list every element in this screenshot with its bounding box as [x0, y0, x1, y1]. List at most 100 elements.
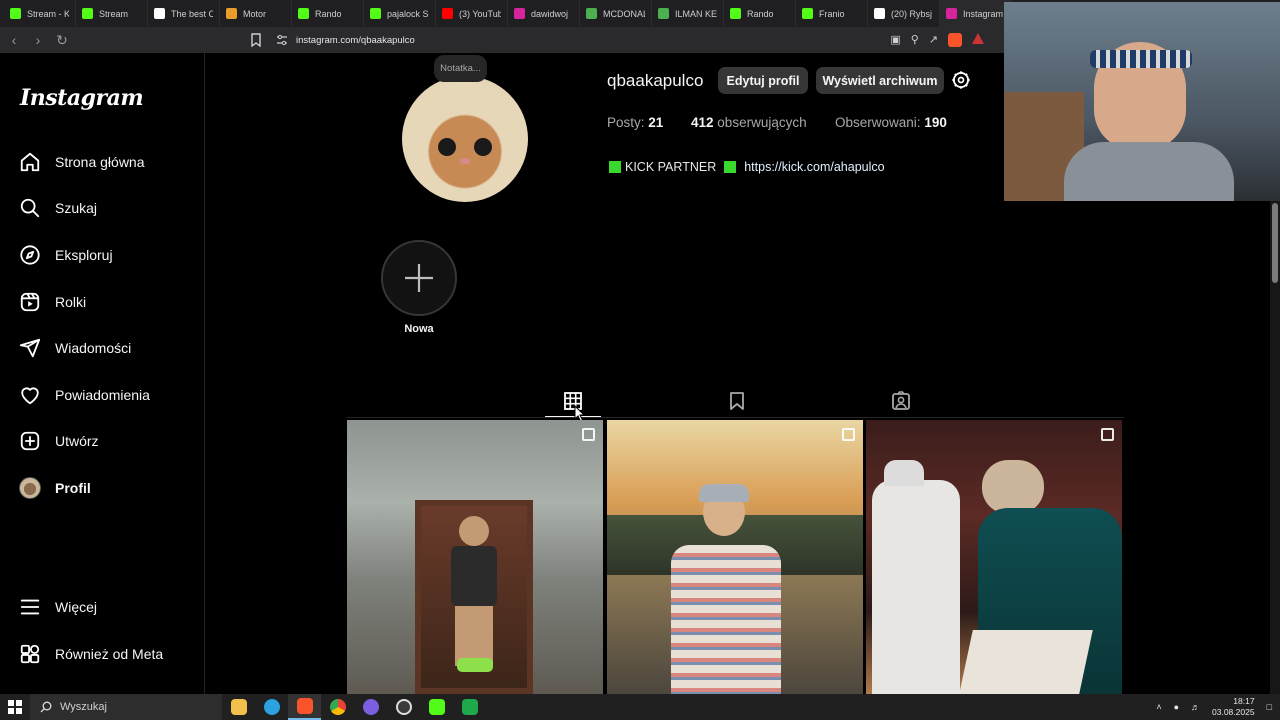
post-person-body [451, 546, 497, 606]
browser-tab[interactable]: ILMAN KE [652, 0, 724, 27]
profile-bio: KICK PARTNER https://kick.com/ahapulco [609, 160, 885, 174]
share-icon[interactable]: ↗ [929, 33, 938, 47]
new-highlight-button[interactable] [381, 240, 457, 316]
browser-tab[interactable]: Instagram [940, 0, 1012, 27]
search-icon [40, 701, 52, 713]
chrome-icon[interactable] [321, 694, 354, 720]
browser-tab[interactable]: (3) YouTub [436, 0, 508, 27]
sidebar-item-home[interactable]: Strona główna [19, 147, 145, 177]
kick-icon [802, 8, 813, 19]
volume-icon[interactable]: ♬ [1191, 702, 1200, 712]
browser-tab-title: The best C [171, 8, 213, 19]
cam-shirt [1064, 142, 1234, 201]
file-explorer-icon[interactable] [222, 694, 255, 720]
app-taskbar-icon[interactable] [453, 694, 486, 720]
cat-eye-right [474, 138, 492, 156]
browser-tab[interactable]: The best C [148, 0, 220, 27]
sidebar-item-meta[interactable]: Również od Meta [19, 639, 163, 669]
chevron-up-icon[interactable]: ˄ [1156, 702, 1161, 712]
sidebar-item-profile[interactable]: Profil [19, 473, 91, 503]
browser-tab[interactable]: Rando [724, 0, 796, 27]
reels-icon [20, 292, 40, 312]
profile-picture[interactable] [402, 76, 528, 202]
kick-taskbar-icon[interactable] [420, 694, 453, 720]
browser-tab-title: Stream - Ki [27, 8, 69, 19]
notifications-icon[interactable]: □ [1267, 702, 1272, 712]
post-thumbnail[interactable] [607, 420, 863, 694]
microphone-icon[interactable]: ● [1174, 702, 1179, 712]
motor-icon [226, 8, 237, 19]
sidebar-item-explore[interactable]: Eksploruj [19, 240, 113, 270]
posts-label: Posty: [607, 115, 645, 130]
browser-tab[interactable]: Motor [220, 0, 292, 27]
clock[interactable]: 18:17 03.08.2025 [1212, 696, 1255, 718]
post-person-legs [455, 606, 493, 666]
green-square-emoji [609, 161, 621, 173]
browser-tab[interactable]: Franio [796, 0, 868, 27]
cast-icon[interactable]: ▣ [890, 33, 900, 47]
browser-tab[interactable]: (20) Rybsj [868, 0, 940, 27]
instagram-logo[interactable]: Instagram [20, 85, 144, 111]
followers-stat[interactable]: 412 obserwujących [691, 115, 807, 130]
post-notebook [959, 630, 1093, 694]
sidebar-item-label: Również od Meta [55, 646, 164, 662]
taskbar-search[interactable]: Wyszukaj [30, 694, 222, 720]
forward-icon[interactable]: › [28, 30, 48, 50]
browser-tab-title: (20) Rybsj [891, 8, 933, 19]
view-archive-button[interactable]: Wyświetl archiwum [816, 67, 944, 94]
following-stat[interactable]: Obserwowani: 190 [835, 115, 947, 130]
sidebar-item-label: Więcej [55, 599, 98, 615]
windows-start-icon[interactable] [0, 694, 30, 720]
browser-tab[interactable]: dawidwoj [508, 0, 580, 27]
edit-profile-button[interactable]: Edytuj profil [718, 67, 808, 94]
cat-nose [460, 158, 470, 164]
bio-link[interactable]: https://kick.com/ahapulco [744, 160, 884, 174]
posts-stat: Posty: 21 [607, 115, 663, 130]
instagram-icon [946, 8, 957, 19]
post-thumbnail[interactable] [347, 420, 603, 694]
sidebar-item-reels[interactable]: Rolki [19, 287, 86, 317]
brave-taskbar-icon[interactable] [288, 694, 321, 720]
browser-tab[interactable]: Rando [292, 0, 364, 27]
carousel-icon [842, 428, 855, 441]
site-settings-icon[interactable] [276, 34, 288, 46]
followers-label: obserwujących [717, 115, 807, 130]
plus-icon [405, 264, 433, 292]
back-icon[interactable]: ‹ [4, 30, 24, 50]
system-tray: ˄ ● ♬ 18:17 03.08.2025 □ [1156, 694, 1272, 720]
obs-icon[interactable] [387, 694, 420, 720]
zoom-icon[interactable]: ⚲ [911, 33, 919, 47]
post-thumbnail[interactable] [866, 420, 1122, 694]
edge-icon[interactable] [255, 694, 288, 720]
browser-tab[interactable]: MCDONAL [580, 0, 652, 27]
heart-icon [21, 387, 39, 405]
browser-tab[interactable]: pajalock S [364, 0, 436, 27]
bio-text: KICK PARTNER [625, 160, 717, 174]
sidebar-item-search[interactable]: Szukaj [19, 193, 97, 223]
gear-icon[interactable] [951, 70, 971, 90]
sidebar-item-label: Szukaj [55, 200, 98, 216]
sidebar-item-notifications[interactable]: Powiadomienia [19, 380, 150, 410]
scrollbar-thumb[interactable] [1272, 203, 1278, 283]
bookmark-icon[interactable] [250, 33, 262, 47]
brave-shields-icon[interactable] [948, 33, 962, 47]
reload-icon[interactable]: ↻ [52, 30, 72, 50]
sidebar-item-create[interactable]: Utwórz [19, 426, 99, 456]
sidebar-item-label: Eksploruj [55, 247, 113, 263]
browser-tab-title: Franio [819, 8, 845, 19]
browser-tab[interactable]: Stream [76, 0, 148, 27]
browser-tab-title: Motor [243, 8, 267, 19]
sidebar-item-messages[interactable]: Wiadomości [19, 333, 131, 363]
saved-icon[interactable] [727, 391, 747, 411]
sidebar-item-more[interactable]: Więcej [19, 592, 97, 622]
post-person-shoes [457, 658, 493, 672]
address-bar[interactable]: instagram.com/qbaakapulco ▣ ⚲ ↗ [244, 30, 992, 50]
tagged-icon[interactable] [891, 391, 911, 411]
brave-rewards-icon[interactable] [972, 33, 984, 44]
discord-icon[interactable] [354, 694, 387, 720]
url-text[interactable]: instagram.com/qbaakapulco [296, 35, 415, 46]
note-bubble[interactable]: Notatka... [434, 55, 487, 82]
sidebar-item-label: Wiadomości [55, 340, 132, 356]
browser-tab[interactable]: Stream - Ki [4, 0, 76, 27]
clock-time: 18:17 [1233, 696, 1255, 706]
